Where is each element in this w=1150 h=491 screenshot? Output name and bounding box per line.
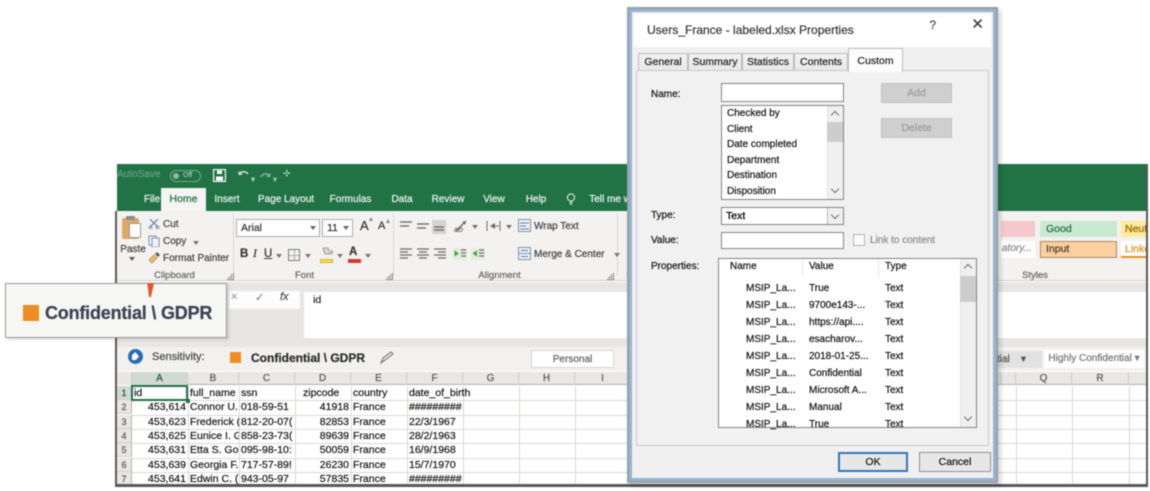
- svg-text:ab: ab: [454, 225, 463, 233]
